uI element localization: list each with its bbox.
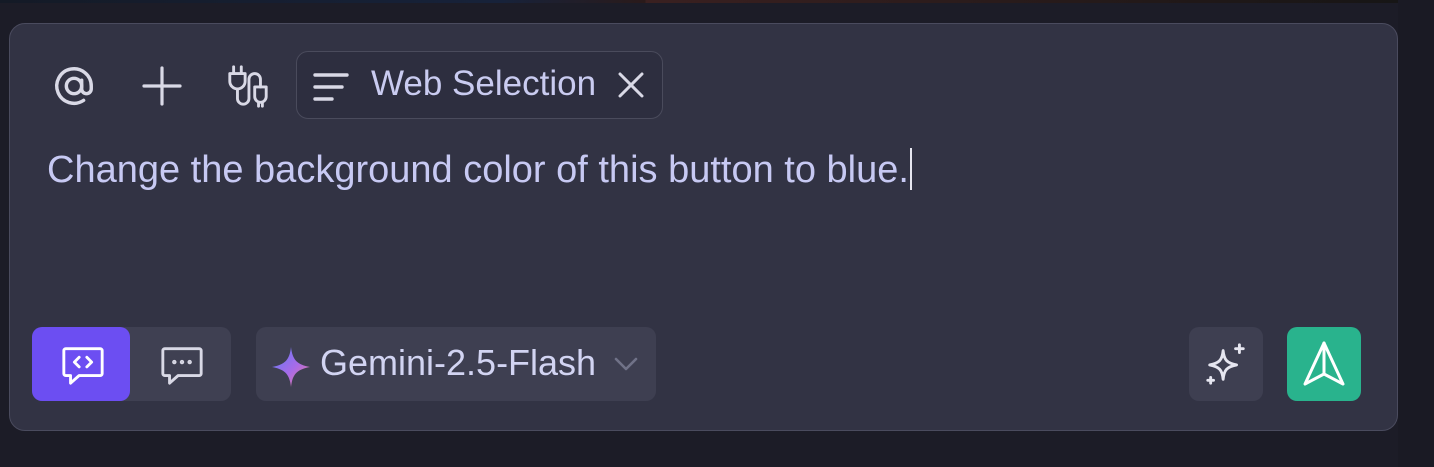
prompt-input[interactable]: Change the background color of this butt… — [47, 148, 912, 192]
chat-dots-icon — [157, 339, 207, 389]
web-selection-label: Web Selection — [371, 64, 597, 103]
lines-icon — [310, 66, 352, 108]
close-icon[interactable] — [613, 67, 649, 103]
plus-icon[interactable] — [134, 58, 190, 114]
code-message-icon — [58, 339, 108, 389]
at-icon[interactable] — [46, 58, 102, 114]
model-label: Gemini-2.5-Flash — [320, 342, 597, 383]
chevron-down-icon — [611, 351, 641, 377]
plug-icon[interactable] — [220, 58, 276, 114]
sparkles-icon — [1201, 339, 1251, 389]
sparkle-star-icon — [270, 345, 312, 389]
top-strip — [0, 0, 1434, 3]
send-arrow-icon — [1299, 339, 1349, 389]
prompt-text: Change the background color of this butt… — [47, 149, 909, 191]
text-caret — [909, 148, 912, 190]
right-edge — [1398, 0, 1434, 467]
